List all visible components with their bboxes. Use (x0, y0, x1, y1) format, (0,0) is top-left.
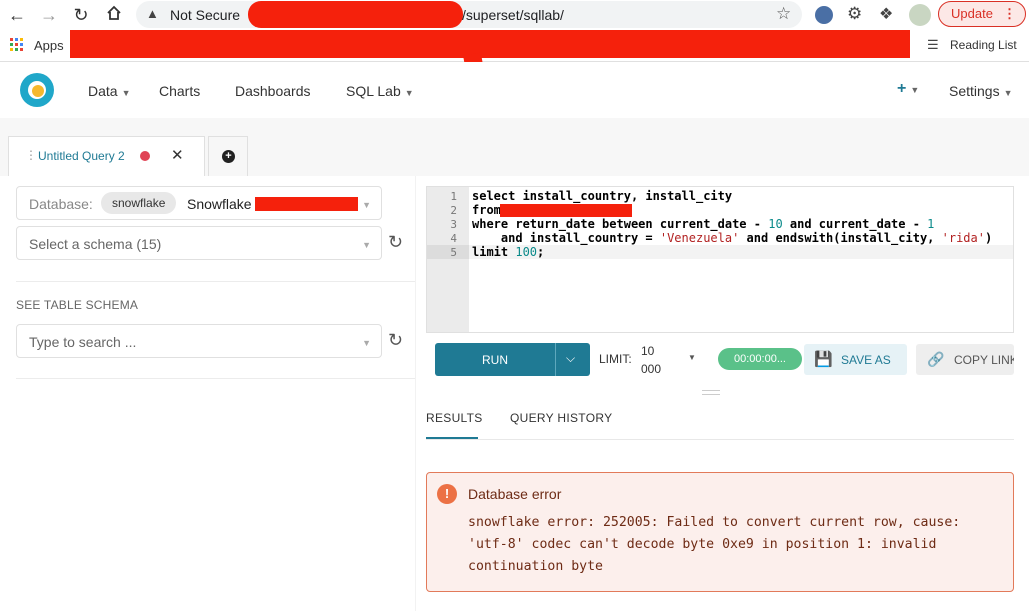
extension-icon[interactable] (815, 6, 833, 24)
run-button[interactable]: RUN ⌵ (435, 343, 590, 376)
query-tabs-bar: ⋮ Untitled Query 2 ✕ + (0, 118, 1029, 176)
nav-data[interactable]: Data ▼ (88, 83, 131, 99)
save-as-button[interactable]: 💾 SAVE AS (804, 344, 907, 375)
gear-icon[interactable]: ⚙ (847, 4, 862, 24)
limit-label: LIMIT: (599, 352, 632, 366)
resize-handle-icon[interactable] (702, 390, 720, 395)
code-line-1: select install_country, install_city (472, 189, 733, 203)
database-error-alert: ! Database error snowflake error: 252005… (426, 472, 1014, 592)
line-number: 1 (450, 190, 457, 203)
reload-icon[interactable]: ↻ (70, 4, 92, 26)
redacted-bookmarks (70, 30, 910, 58)
apps-label[interactable]: Apps (34, 38, 64, 53)
puzzle-icon[interactable]: ❖ (879, 4, 893, 24)
copy-link-button[interactable]: 🔗 COPY LINK (916, 344, 1014, 375)
address-bar[interactable]: ▲ Not Secure /superset/sqllab/ ☆ (136, 1, 802, 28)
tabs-divider (426, 439, 1014, 440)
limit-dropdown[interactable]: 10 000 ▼ (641, 343, 701, 376)
error-title: Database error (468, 486, 562, 502)
bookmarks-bar: Apps ☰ Reading List (0, 30, 1029, 68)
error-icon: ! (437, 484, 457, 504)
query-tab-label: Untitled Query 2 (38, 149, 125, 163)
update-button[interactable]: Update ⋮ (938, 1, 1026, 27)
code-line-2: from (472, 203, 501, 217)
redacted-table (500, 204, 632, 217)
close-icon[interactable]: ✕ (171, 146, 184, 164)
back-icon[interactable]: ← (6, 4, 28, 26)
browser-toolbar: ← → ↻ ▲ Not Secure /superset/sqllab/ ☆ ⚙… (0, 0, 1029, 30)
drag-handle-icon[interactable]: ⋮ (25, 148, 37, 162)
run-options-chevron-icon[interactable]: ⌵ (566, 351, 575, 366)
limit-value-line1: 10 (641, 344, 655, 358)
code-line-4: and install_country = 'Venezuela' and en… (472, 231, 993, 245)
redacted-host (248, 1, 463, 28)
active-line-highlight (469, 245, 1013, 259)
nav-settings[interactable]: Settings ▼ (949, 83, 1013, 99)
unsaved-dot-icon (140, 151, 150, 161)
nav-charts[interactable]: Charts (159, 83, 200, 99)
line-number: 3 (450, 218, 457, 231)
error-line: continuation byte (468, 559, 603, 574)
copy-link-label: COPY LINK (954, 353, 1014, 367)
line-number: 2 (450, 204, 457, 217)
app-navbar: Data ▼ Charts Dashboards SQL Lab ▼ + ▼ Sett… (0, 62, 1029, 118)
error-line: snowflake error: 252005: Failed to conve… (468, 515, 961, 530)
not-secure-label: Not Secure (170, 7, 241, 23)
add-tab-button[interactable]: + (208, 136, 248, 176)
save-as-label: SAVE AS (841, 353, 891, 367)
forward-icon[interactable]: → (38, 4, 60, 26)
warning-icon: ▲ (146, 6, 159, 21)
error-message: snowflake error: 252005: Failed to conve… (468, 512, 960, 578)
code-line-3: where return_date between current_date -… (472, 217, 935, 231)
nav-sql-lab[interactable]: SQL Lab ▼ (346, 83, 414, 99)
line-number: 5 (450, 246, 457, 259)
error-line: 'utf-8' codec can't decode byte 0xe9 in … (468, 537, 937, 552)
update-label: Update (951, 6, 993, 21)
chevron-down-icon: ▼ (688, 353, 696, 362)
timer-pill: 00:00:00... (718, 348, 802, 370)
superset-logo[interactable] (20, 73, 54, 107)
tab-untitled-query-2[interactable]: ⋮ Untitled Query 2 ✕ (8, 136, 205, 176)
line-gutter: 1 2 3 4 5 (427, 187, 469, 332)
reading-list-label[interactable]: Reading List (950, 38, 1017, 52)
star-icon[interactable]: ☆ (776, 4, 791, 24)
sql-editor[interactable]: 1 2 3 4 5 select install_country, instal… (426, 186, 1014, 333)
home-icon[interactable] (103, 4, 125, 26)
line-number: 4 (450, 232, 457, 245)
nav-dashboards[interactable]: Dashboards (235, 83, 311, 99)
plus-circle-icon: + (222, 150, 235, 163)
save-icon: 💾 (814, 351, 833, 368)
url-path: /superset/sqllab/ (462, 7, 564, 23)
left-panel (0, 176, 416, 611)
link-icon: 🔗 (927, 351, 945, 367)
tab-results[interactable]: RESULTS (426, 411, 483, 425)
apps-grid-icon[interactable] (10, 38, 24, 52)
limit-value-line2: 000 (641, 362, 662, 376)
avatar[interactable] (909, 4, 931, 26)
reading-list-icon[interactable]: ☰ (927, 37, 939, 53)
plus-icon[interactable]: + ▼ (897, 80, 919, 98)
tab-query-history[interactable]: QUERY HISTORY (510, 411, 612, 425)
more-icon: ⋮ (1003, 6, 1016, 21)
code-line-5: limit 100; (472, 245, 545, 259)
run-label: RUN (482, 353, 508, 367)
